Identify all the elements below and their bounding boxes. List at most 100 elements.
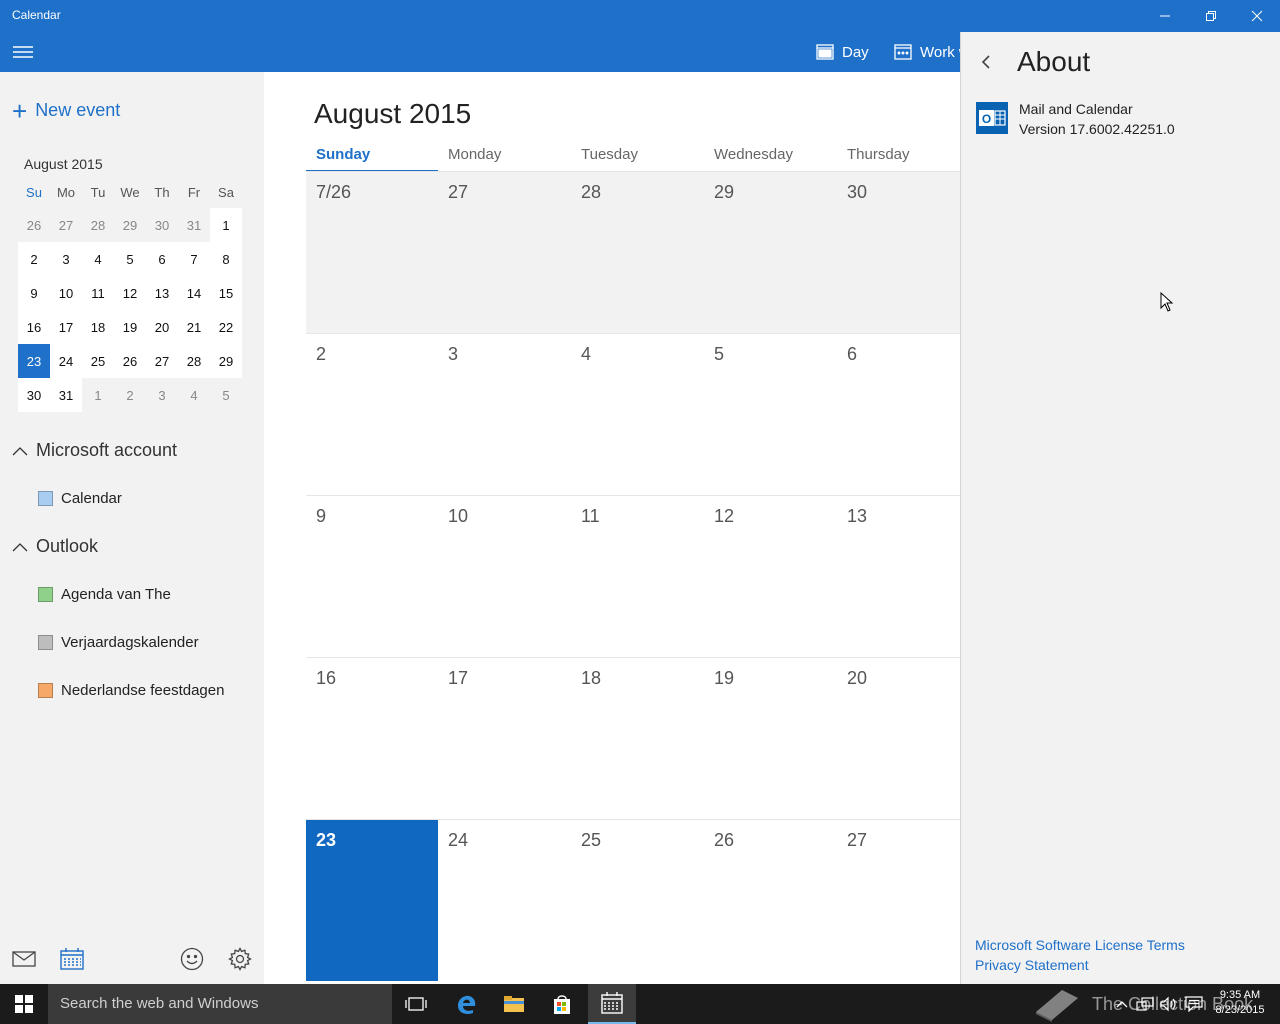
start-button[interactable] — [0, 984, 48, 1024]
work-week-view-button[interactable]: Work w — [894, 32, 970, 72]
month-day-cell[interactable]: 30 — [837, 171, 960, 333]
month-day-cell[interactable]: 13 — [837, 495, 960, 657]
back-button[interactable] — [981, 54, 991, 75]
calendar-button[interactable] — [58, 946, 86, 972]
mini-calendar-day[interactable]: 31 — [178, 208, 210, 242]
mini-calendar-day[interactable]: 10 — [50, 276, 82, 310]
mini-calendar-day[interactable]: 28 — [178, 344, 210, 378]
store-button[interactable] — [538, 984, 586, 1024]
mini-calendar-day[interactable]: 5 — [114, 242, 146, 276]
mini-calendar-day[interactable]: 5 — [210, 378, 242, 412]
mini-calendar-day[interactable]: 24 — [50, 344, 82, 378]
mini-calendar-day[interactable]: 4 — [178, 378, 210, 412]
calendar-taskbar-button[interactable] — [588, 984, 636, 1024]
month-day-cell[interactable]: 27 — [438, 171, 571, 333]
mail-button[interactable] — [10, 946, 38, 972]
month-day-cell[interactable]: 3 — [438, 333, 571, 495]
mini-calendar-day[interactable]: 14 — [178, 276, 210, 310]
mini-calendar-day[interactable]: 8 — [210, 242, 242, 276]
mini-calendar-day[interactable]: 30 — [18, 378, 50, 412]
month-day-cell[interactable]: 7/26 — [306, 171, 438, 333]
file-explorer-button[interactable] — [490, 984, 538, 1024]
group-header-microsoft-account[interactable]: Microsoft account — [12, 440, 177, 461]
mini-calendar-day[interactable]: 17 — [50, 310, 82, 344]
mini-calendar-day[interactable]: 27 — [146, 344, 178, 378]
month-day-cell[interactable]: 19 — [704, 657, 837, 819]
group-header-outlook[interactable]: Outlook — [12, 536, 98, 557]
month-day-cell[interactable]: 11 — [571, 495, 704, 657]
volume-button[interactable] — [1158, 984, 1180, 1024]
mini-calendar-day[interactable]: 31 — [50, 378, 82, 412]
mini-calendar-day[interactable]: 3 — [50, 242, 82, 276]
mini-calendar-day[interactable]: 27 — [50, 208, 82, 242]
month-day-cell[interactable]: 9 — [306, 495, 438, 657]
settings-button[interactable] — [226, 946, 254, 972]
month-day-cell[interactable]: 20 — [837, 657, 960, 819]
mini-calendar-day[interactable]: 9 — [18, 276, 50, 310]
action-center-button[interactable] — [1182, 984, 1206, 1024]
mini-calendar-day[interactable]: 12 — [114, 276, 146, 310]
month-day-cell[interactable]: 23 — [306, 819, 438, 981]
show-hidden-icons-button[interactable] — [1112, 984, 1132, 1024]
mini-calendar-day[interactable]: 30 — [146, 208, 178, 242]
month-day-cell[interactable]: 26 — [704, 819, 837, 981]
edge-browser-button[interactable] — [442, 984, 490, 1024]
calendar-item-nederlandse-feestdagen[interactable]: Nederlandse feestdagen — [38, 682, 224, 699]
mini-calendar-day[interactable]: 29 — [114, 208, 146, 242]
month-day-cell[interactable]: 28 — [571, 171, 704, 333]
month-day-cell[interactable]: 5 — [704, 333, 837, 495]
month-day-cell[interactable]: 29 — [704, 171, 837, 333]
feedback-button[interactable] — [178, 946, 206, 972]
month-day-cell[interactable]: 2 — [306, 333, 438, 495]
month-day-cell[interactable]: 17 — [438, 657, 571, 819]
mini-calendar-day[interactable]: 1 — [82, 378, 114, 412]
mini-calendar-day[interactable]: 7 — [178, 242, 210, 276]
calendar-item-verjaardagskalender[interactable]: Verjaardagskalender — [38, 634, 199, 651]
calendar-item-agenda-van-the[interactable]: Agenda van The — [38, 586, 171, 603]
mini-calendar-day[interactable]: 22 — [210, 310, 242, 344]
month-day-cell[interactable]: 4 — [571, 333, 704, 495]
mini-calendar-day[interactable]: 11 — [82, 276, 114, 310]
close-button[interactable] — [1234, 0, 1280, 32]
mini-calendar-day[interactable]: 3 — [146, 378, 178, 412]
month-day-cell[interactable]: 16 — [306, 657, 438, 819]
mini-calendar-day[interactable]: 1 — [210, 208, 242, 242]
mini-calendar-day[interactable]: 2 — [18, 242, 50, 276]
mini-calendar-day[interactable]: 2 — [114, 378, 146, 412]
month-day-cell[interactable]: 6 — [837, 333, 960, 495]
mini-calendar-day[interactable]: 6 — [146, 242, 178, 276]
mini-calendar-day[interactable]: 16 — [18, 310, 50, 344]
new-event-button[interactable]: + New event — [12, 98, 120, 124]
month-day-cell[interactable]: 10 — [438, 495, 571, 657]
task-view-button[interactable] — [392, 984, 440, 1024]
hamburger-menu-button[interactable] — [8, 36, 38, 68]
month-day-cell[interactable]: 12 — [704, 495, 837, 657]
mini-calendar-day[interactable]: 26 — [114, 344, 146, 378]
month-day-cell[interactable]: 18 — [571, 657, 704, 819]
mini-calendar-day[interactable]: 18 — [82, 310, 114, 344]
mini-calendar-day[interactable]: 4 — [82, 242, 114, 276]
month-day-cell[interactable]: 27 — [837, 819, 960, 981]
mini-calendar-day[interactable]: 26 — [18, 208, 50, 242]
mini-calendar-day[interactable]: 13 — [146, 276, 178, 310]
mini-calendar-day[interactable]: 15 — [210, 276, 242, 310]
restore-button[interactable] — [1188, 0, 1234, 32]
license-terms-link[interactable]: Microsoft Software License Terms — [975, 937, 1185, 953]
day-view-button[interactable]: Day — [816, 32, 869, 72]
calendar-item-calendar[interactable]: Calendar — [38, 490, 122, 507]
mini-calendar-title[interactable]: August 2015 — [24, 156, 103, 172]
mini-calendar-day[interactable]: 28 — [82, 208, 114, 242]
mini-calendar-day[interactable]: 29 — [210, 344, 242, 378]
mini-calendar-day[interactable]: 25 — [82, 344, 114, 378]
month-day-cell[interactable]: 24 — [438, 819, 571, 981]
mini-calendar-day[interactable]: 21 — [178, 310, 210, 344]
network-button[interactable] — [1134, 984, 1156, 1024]
mini-calendar-day[interactable]: 20 — [146, 310, 178, 344]
taskbar-clock[interactable]: 9:35 AM 8/23/2015 — [1210, 988, 1270, 1018]
taskbar-search-box[interactable]: Search the web and Windows — [48, 984, 392, 1024]
minimize-button[interactable] — [1142, 0, 1188, 32]
month-day-cell[interactable]: 25 — [571, 819, 704, 981]
mini-calendar-day[interactable]: 19 — [114, 310, 146, 344]
mini-calendar-day[interactable]: 23 — [18, 344, 50, 378]
privacy-statement-link[interactable]: Privacy Statement — [975, 957, 1089, 973]
